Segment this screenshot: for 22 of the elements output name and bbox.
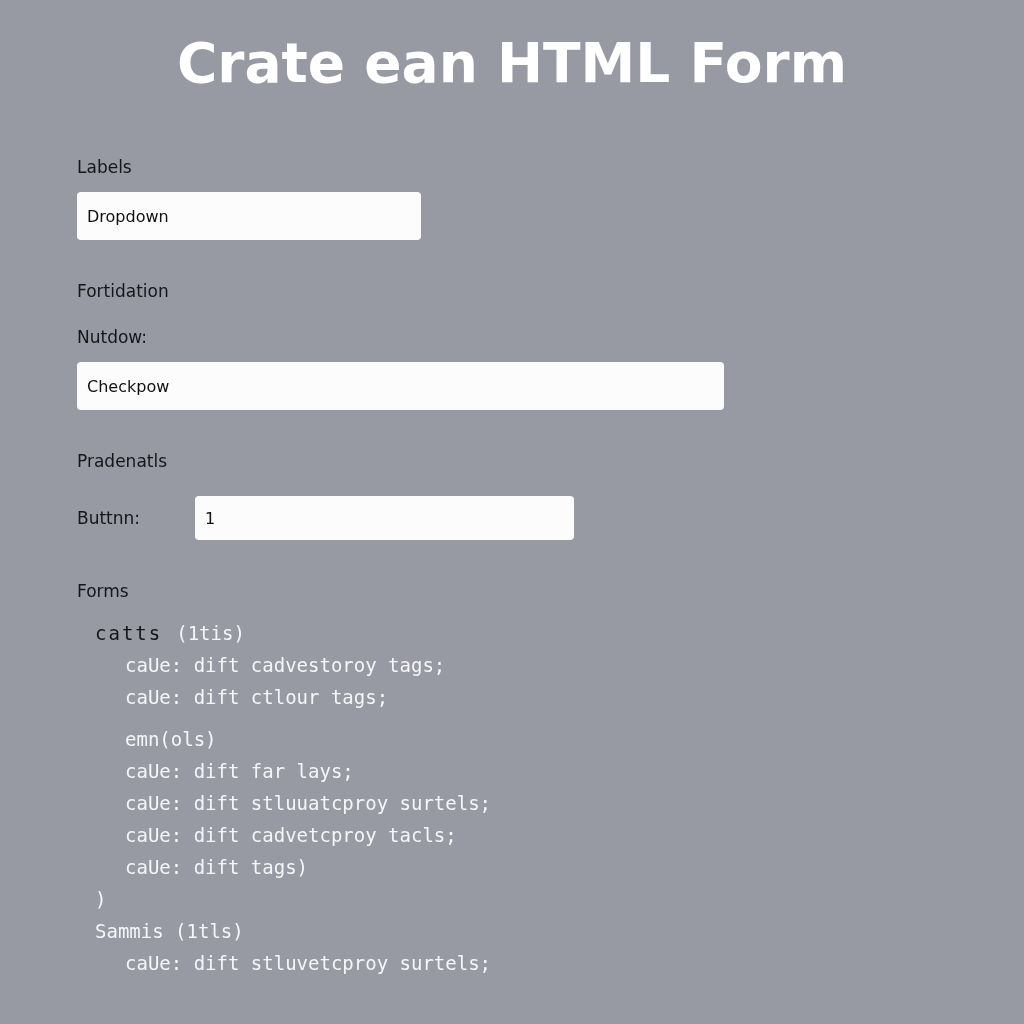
- section-heading: Fortidation: [77, 280, 169, 302]
- code-line: Sammis (1tls): [95, 920, 244, 942]
- input-field[interactable]: Checkpow: [77, 362, 724, 410]
- code-line: caUe: dift ctlour tags;: [125, 686, 389, 708]
- code-line: caUe: dift stluvetcproy surtels;: [125, 952, 492, 974]
- field-label: Labels: [77, 156, 132, 178]
- code-keyword: catts: [95, 622, 163, 644]
- code-line: emn(ols): [125, 728, 217, 750]
- section-heading: Forms: [77, 580, 129, 602]
- page-title: Crate ean HTML Form: [175, 30, 849, 97]
- code-line: caUe: dift stluuatcproy surtels;: [125, 792, 492, 814]
- section-heading: Pradenatls: [77, 450, 168, 472]
- input-field[interactable]: 1: [195, 496, 574, 540]
- field-label: Buttnn:: [77, 507, 142, 529]
- input-field[interactable]: Dropdown: [77, 192, 421, 240]
- field-label: Nutdow:: [77, 326, 148, 348]
- code-line: ): [95, 888, 107, 910]
- code-text: (1tis): [176, 622, 245, 644]
- code-line: caUe: dift tags): [125, 856, 309, 878]
- code-line: caUe: dift cadvetcproy tacls;: [125, 824, 457, 846]
- code-line: caUe: dift cadvestoroy tags;: [125, 654, 446, 676]
- code-line: caUe: dift far lays;: [125, 760, 354, 782]
